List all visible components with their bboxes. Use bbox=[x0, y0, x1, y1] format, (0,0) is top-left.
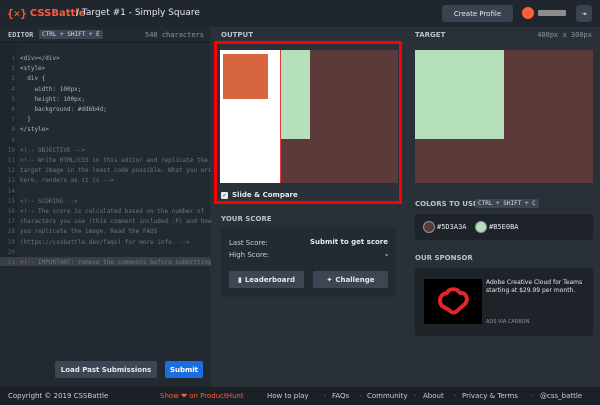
line-number: 18 bbox=[7, 228, 15, 236]
code-line[interactable]: </style> bbox=[20, 126, 49, 133]
username-blurred[interactable] bbox=[538, 10, 566, 16]
ad-text[interactable]: Adobe Creative Cloud for Teams starting … bbox=[486, 279, 586, 295]
color-label-0[interactable]: #5D3A3A bbox=[437, 223, 467, 231]
faqs-link[interactable]: FAQs bbox=[332, 392, 349, 400]
editor-shortcut-badge: CTRL + SHIFT + E bbox=[39, 30, 103, 39]
line-number: 1 bbox=[11, 55, 15, 62]
challenge-button[interactable]: ✦ Challenge bbox=[313, 271, 388, 288]
logout-icon: ⇥ bbox=[581, 9, 587, 18]
slide-compare-label: Slide & Compare bbox=[232, 191, 298, 199]
privacy-link[interactable]: Privacy & Terms bbox=[462, 392, 518, 400]
code-line[interactable]: (https://cssbattle.dev/faqs) for more in… bbox=[20, 239, 190, 246]
page-title: / Target #1 - Simply Square bbox=[76, 8, 200, 18]
target-size: 400px x 300px bbox=[537, 31, 592, 39]
code-line[interactable]: } bbox=[20, 116, 31, 123]
line-number: 17 bbox=[7, 218, 15, 226]
twitter-handle-link[interactable]: @css_battle bbox=[540, 392, 582, 400]
slide-compare-toggle[interactable]: ✓ Slide & Compare bbox=[221, 191, 298, 199]
high-score-label: High Score: bbox=[229, 251, 270, 259]
line-number: 19 bbox=[7, 238, 15, 246]
line-number: 21 bbox=[7, 259, 15, 266]
color-swatch-0[interactable] bbox=[424, 222, 434, 232]
footer-separator: · bbox=[530, 392, 535, 400]
color-label-1[interactable]: #B5E0BA bbox=[489, 223, 519, 231]
colors-label: COLORS TO USE bbox=[415, 200, 478, 208]
code-line[interactable]: height: 100px; bbox=[20, 96, 85, 103]
target-overlay-green bbox=[281, 50, 310, 139]
target-image bbox=[415, 50, 593, 183]
footer-separator: · bbox=[323, 392, 328, 400]
leaderboard-button[interactable]: ▮ Leaderboard bbox=[229, 271, 304, 288]
code-line[interactable]: characters you use (this comment include… bbox=[20, 218, 233, 225]
twitter-icon: ✦ bbox=[326, 275, 333, 284]
line-number: 9 bbox=[11, 136, 15, 144]
code-line[interactable]: <style> bbox=[20, 65, 45, 72]
code-line[interactable]: <!-- OBJECTIVE --> bbox=[20, 147, 85, 154]
code-line[interactable]: <!-- IMPORTANT: remove the comments befo… bbox=[20, 259, 226, 266]
code-line[interactable]: you replicate the image. Read the FAQS bbox=[20, 228, 157, 235]
challenge-label: Challenge bbox=[335, 275, 375, 284]
code-line[interactable]: div { bbox=[20, 75, 45, 82]
logo[interactable]: {✕} CSSBattle bbox=[7, 6, 86, 21]
output-preview[interactable] bbox=[220, 50, 398, 183]
community-link[interactable]: Community bbox=[367, 392, 408, 400]
line-number: 3 bbox=[11, 75, 15, 83]
output-square bbox=[223, 54, 268, 99]
target-label: TARGET bbox=[415, 31, 446, 39]
logout-button[interactable]: ⇥ bbox=[576, 5, 592, 22]
line-number: 14 bbox=[7, 187, 15, 195]
slide-divider[interactable] bbox=[280, 50, 281, 183]
footer-separator: · bbox=[453, 392, 458, 400]
line-number: 20 bbox=[7, 248, 15, 256]
checkbox-icon[interactable]: ✓ bbox=[221, 191, 228, 199]
code-line[interactable]: <!-- SCORING --> bbox=[20, 198, 78, 205]
line-number: 15 bbox=[7, 197, 15, 205]
line-number: 2 bbox=[11, 65, 15, 73]
copyright: Copyright © 2019 CSSBattle bbox=[8, 392, 109, 400]
line-number: 6 bbox=[11, 106, 15, 113]
line-number: 12 bbox=[7, 167, 15, 175]
code-line[interactable]: here, renders as it is --> bbox=[20, 177, 114, 184]
line-number: 8 bbox=[11, 126, 15, 134]
code-line[interactable]: target image in the least code possible.… bbox=[20, 167, 219, 174]
leaderboard-icon: ▮ bbox=[237, 275, 242, 284]
editor-label: EDITOR bbox=[8, 31, 34, 39]
colors-shortcut-badge: CTRL + SHIFT + C bbox=[475, 199, 539, 208]
about-link[interactable]: About bbox=[423, 392, 444, 400]
color-swatch-1[interactable] bbox=[476, 222, 486, 232]
adobe-cc-icon[interactable] bbox=[424, 279, 482, 324]
character-count: 540 characters bbox=[144, 31, 204, 39]
load-past-submissions-button[interactable]: Load Past Submissions bbox=[55, 361, 157, 378]
target-square bbox=[415, 50, 504, 139]
create-profile-button[interactable]: Create Profile bbox=[442, 5, 513, 22]
line-number: 7 bbox=[11, 116, 15, 124]
line-number: 13 bbox=[7, 177, 15, 185]
avatar[interactable] bbox=[522, 7, 534, 19]
code-line[interactable]: background: #dd6b4d; bbox=[20, 106, 106, 113]
producthunt-link[interactable]: Show ❤ on ProductHunt bbox=[160, 392, 244, 400]
code-line[interactable]: <!-- The score is calculated based on th… bbox=[20, 208, 204, 215]
line-number: 10 bbox=[7, 146, 15, 154]
line-number: 4 bbox=[11, 85, 15, 93]
submit-button[interactable]: Submit bbox=[165, 361, 203, 378]
footer-separator: · bbox=[358, 392, 363, 400]
score-label: YOUR SCORE bbox=[221, 215, 272, 223]
code-line[interactable]: width: 100px; bbox=[20, 86, 81, 93]
code-line[interactable]: <div></div> bbox=[20, 55, 60, 62]
sponsor-label: OUR SPONSOR bbox=[415, 254, 473, 262]
line-number: 11 bbox=[7, 157, 15, 164]
ad-attribution[interactable]: ADS VIA CARBON bbox=[486, 319, 529, 325]
high-score-value: - bbox=[385, 251, 388, 259]
how-to-play-link[interactable]: How to play bbox=[267, 392, 309, 400]
leaderboard-label: Leaderboard bbox=[244, 275, 295, 284]
line-number: 5 bbox=[11, 95, 15, 103]
footer-separator: · bbox=[413, 392, 418, 400]
last-score-value: Submit to get score bbox=[310, 238, 388, 246]
line-number: 16 bbox=[7, 208, 15, 215]
last-score-label: Last Score: bbox=[229, 239, 268, 247]
code-line[interactable]: <!-- Write HTML/CSS in this editor and r… bbox=[20, 157, 230, 164]
output-label: OUTPUT bbox=[221, 31, 253, 39]
logo-icon: {✕} bbox=[7, 7, 27, 20]
